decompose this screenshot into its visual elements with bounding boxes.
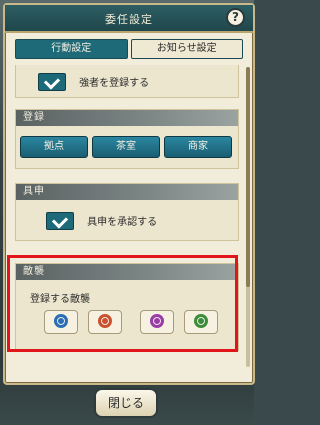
approve-request-checkbox[interactable] <box>46 211 74 230</box>
register-merchant-button[interactable]: 商家 <box>164 136 232 158</box>
title-bar: 委任設定 ? <box>5 5 253 33</box>
tab-bar: 行動設定 お知らせ設定 <box>15 39 243 59</box>
dialog-title: 委任設定 <box>105 13 153 26</box>
scrollbar-thumb[interactable] <box>246 67 250 287</box>
close-button[interactable]: 閉じる <box>94 388 158 418</box>
register-teahouse-button[interactable]: 茶室 <box>92 136 160 158</box>
section-request: 具申 具申を承認する <box>15 183 239 241</box>
scrollbar[interactable] <box>246 67 250 367</box>
raid-highlight-box <box>7 255 238 352</box>
tab-notification-settings[interactable]: お知らせ設定 <box>130 39 243 59</box>
help-button[interactable]: ? <box>226 8 245 27</box>
section-request-title: 具申 <box>16 184 238 200</box>
tab-action-settings[interactable]: 行動設定 <box>15 39 128 59</box>
approve-request-label: 具申を承認する <box>87 217 158 228</box>
section-register: 登録 拠点 茶室 商家 <box>15 109 239 169</box>
strong-register-label: 強者を登録する <box>79 78 150 89</box>
strong-register-checkbox[interactable] <box>38 72 66 91</box>
section-register-title: 登録 <box>16 110 238 126</box>
section-strong-register: 強者を登録する <box>15 65 239 98</box>
register-base-button[interactable]: 拠点 <box>20 136 88 158</box>
